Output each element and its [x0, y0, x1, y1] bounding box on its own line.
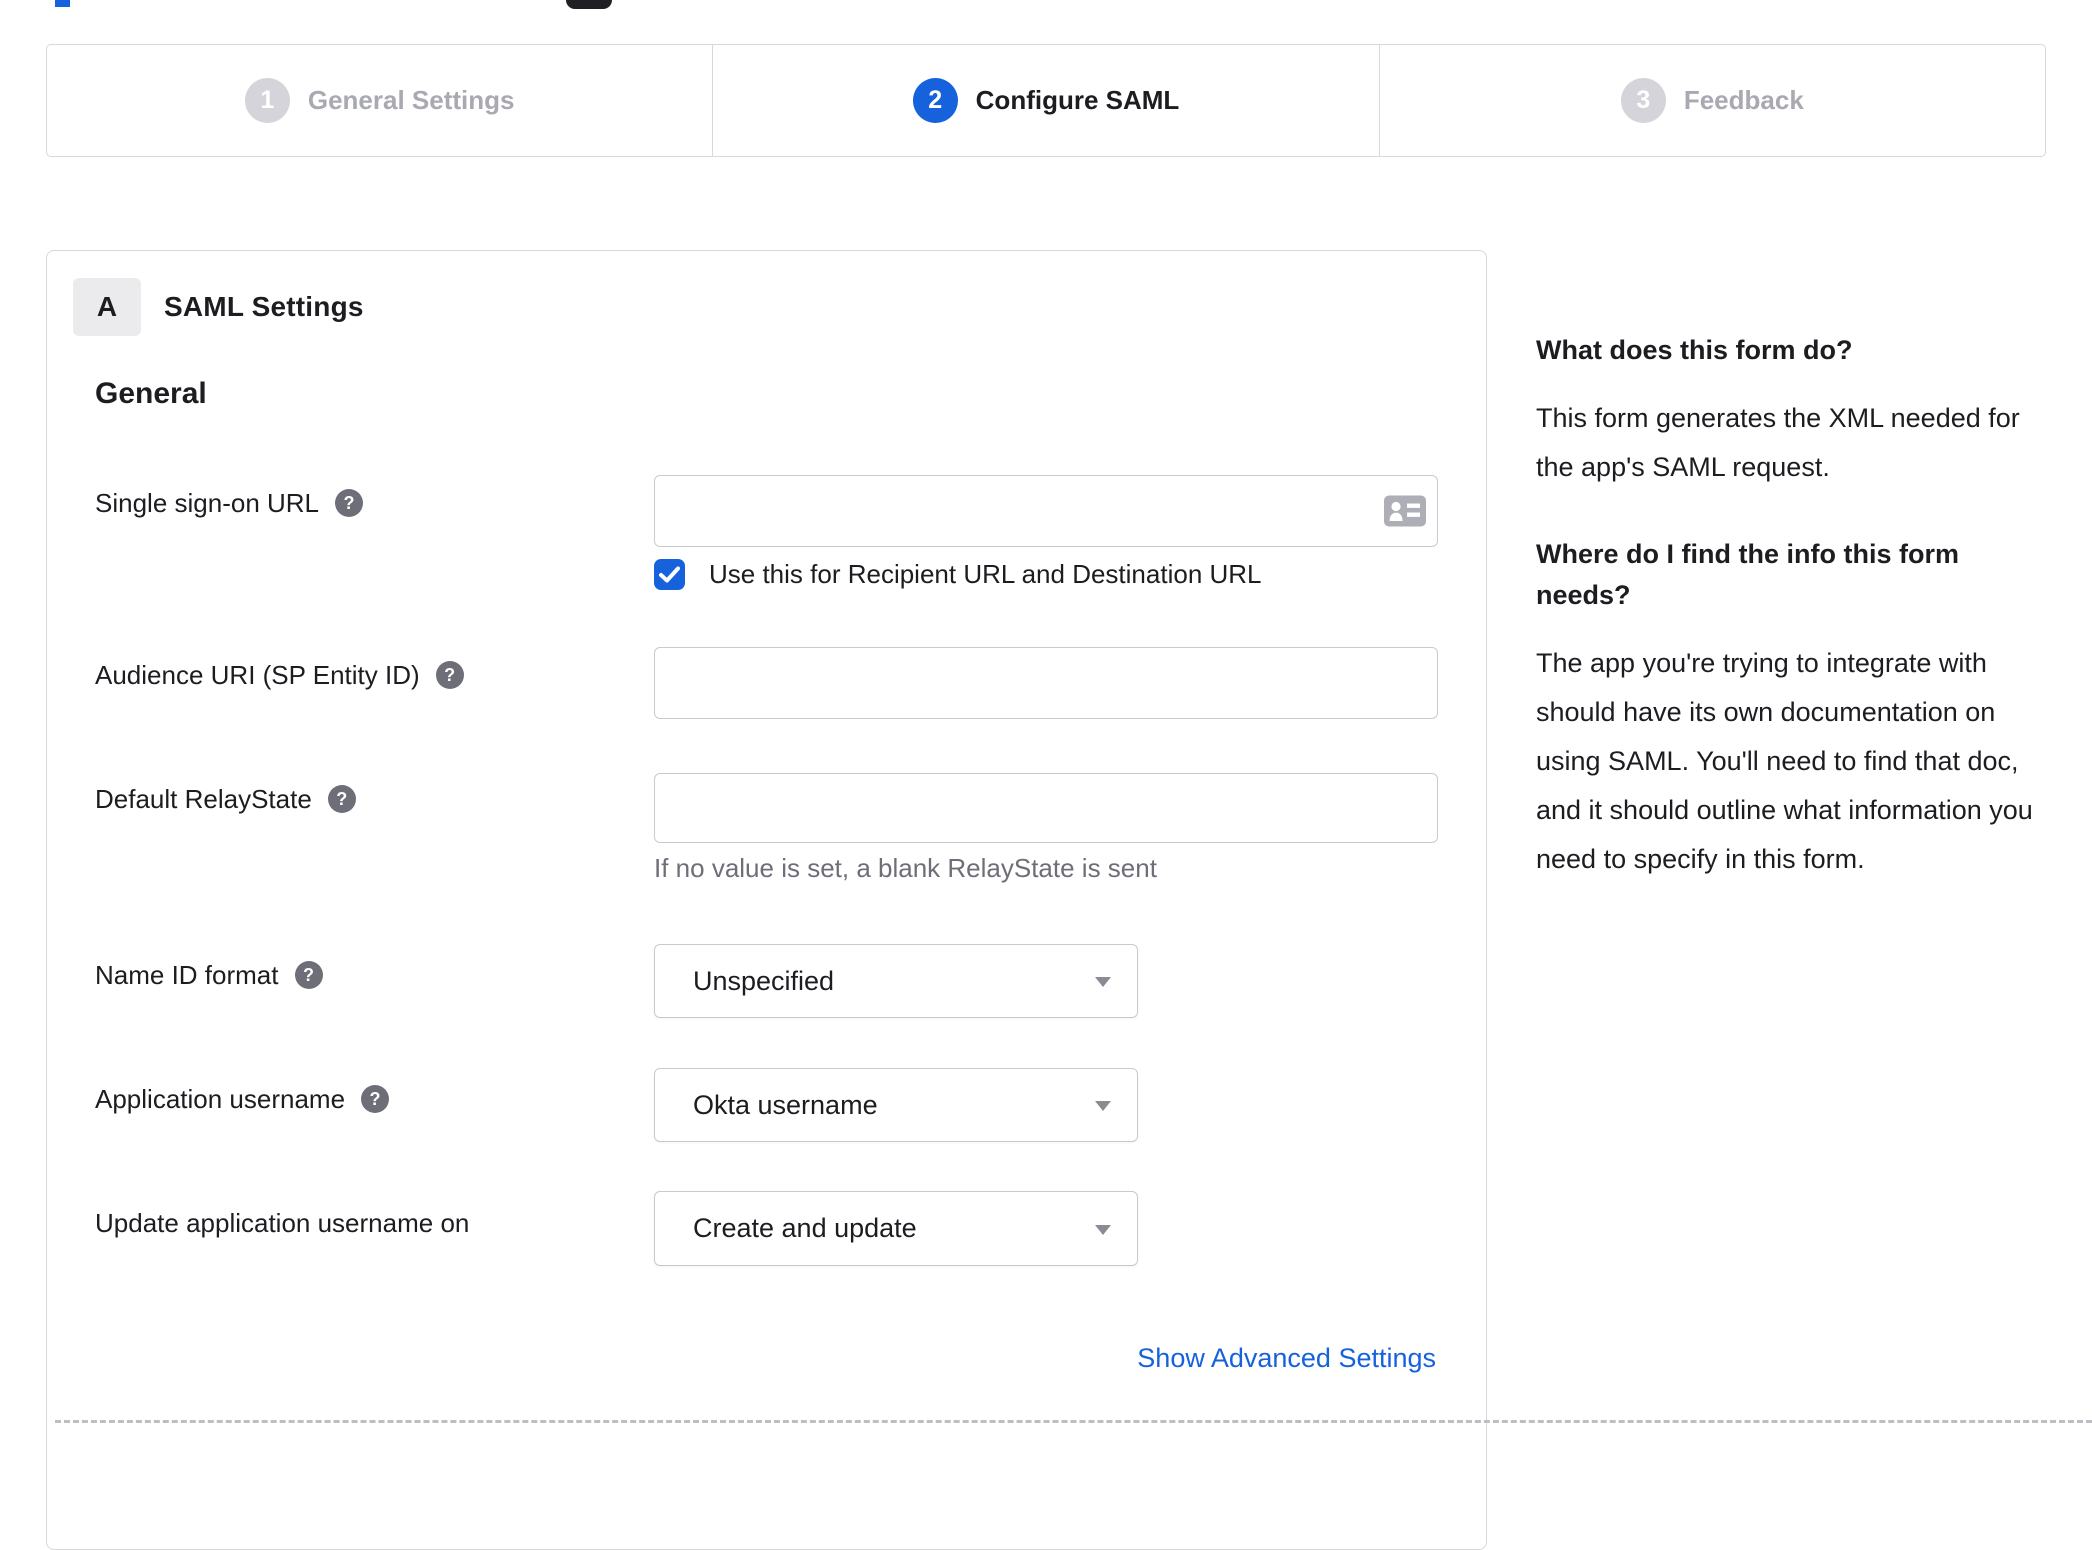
caret-down-icon	[1095, 1101, 1111, 1111]
checkmark-icon	[659, 566, 680, 583]
name-id-format-select[interactable]: Unspecified	[654, 944, 1138, 1018]
application-username-label: Application username	[95, 1083, 346, 1114]
step-configure-saml[interactable]: 2 Configure SAML	[712, 45, 1378, 156]
update-username-select[interactable]: Create and update	[654, 1191, 1138, 1266]
caret-down-icon	[1095, 1224, 1111, 1235]
help-icon[interactable]: ?	[361, 1085, 390, 1113]
application-username-select[interactable]: Okta username	[654, 1068, 1138, 1142]
step-label: Feedback	[1683, 85, 1804, 115]
relaystate-input-wrap	[654, 773, 1438, 843]
top-cropped-dark-fragment	[566, 0, 612, 9]
contact-card-icon[interactable]	[1384, 495, 1426, 527]
step-number-badge: 3	[1620, 78, 1666, 123]
name-id-format-label-row: Name ID format ?	[95, 959, 323, 991]
general-group-heading: General	[95, 377, 207, 410]
step-number-badge: 1	[244, 78, 290, 123]
relaystate-hint: If no value is set, a blank RelayState i…	[654, 853, 1157, 883]
help-icon[interactable]: ?	[294, 961, 323, 989]
relaystate-input[interactable]	[654, 773, 1438, 843]
help-answer-1: This form generates the XML needed for t…	[1536, 403, 2020, 482]
help-icon[interactable]: ?	[335, 489, 364, 517]
sso-url-input-wrap	[654, 475, 1438, 547]
help-icon[interactable]: ?	[435, 661, 464, 689]
audience-uri-label-row: Audience URI (SP Entity ID) ?	[95, 659, 464, 691]
step-number-badge: 2	[912, 78, 958, 123]
step-label: Configure SAML	[975, 85, 1180, 115]
audience-uri-input-wrap	[654, 647, 1438, 719]
sso-url-label: Single sign-on URL	[95, 487, 320, 518]
name-id-format-label: Name ID format	[95, 959, 279, 990]
application-username-label-row: Application username ?	[95, 1083, 390, 1115]
sso-url-label-row: Single sign-on URL ?	[95, 487, 364, 519]
step-feedback[interactable]: 3 Feedback	[1378, 45, 2045, 156]
update-username-label-row: Update application username on	[95, 1207, 469, 1239]
saml-settings-panel: A SAML Settings General Single sign-on U…	[46, 250, 1487, 1550]
update-username-value: Create and update	[693, 1213, 917, 1243]
help-sidebar: What does this form do? This form genera…	[1536, 330, 2036, 884]
recipient-url-checkbox-label: Use this for Recipient URL and Destinati…	[709, 559, 1262, 589]
caret-down-icon	[1095, 977, 1111, 987]
help-question-2: Where do I find the info this form needs…	[1536, 539, 1959, 610]
dashed-section-divider	[55, 1420, 2092, 1423]
help-question-1: What does this form do?	[1536, 335, 1853, 365]
step-label: General Settings	[307, 85, 515, 115]
update-username-label: Update application username on	[95, 1207, 470, 1238]
sso-url-input[interactable]	[654, 475, 1438, 547]
wizard-stepper: 1 General Settings 2 Configure SAML 3 Fe…	[46, 44, 2046, 157]
help-answer-2: The app you're trying to integrate with …	[1536, 648, 2033, 874]
recipient-url-checkbox[interactable]	[654, 559, 685, 590]
audience-uri-input[interactable]	[654, 647, 1438, 719]
section-a-badge: A	[73, 278, 141, 336]
help-icon[interactable]: ?	[327, 785, 356, 813]
relaystate-label-row: Default RelayState ?	[95, 783, 356, 815]
top-left-cropped-fragment	[55, 0, 70, 7]
application-username-value: Okta username	[693, 1089, 878, 1120]
section-title: SAML Settings	[164, 291, 364, 322]
relaystate-label: Default RelayState	[95, 783, 312, 814]
audience-uri-label: Audience URI (SP Entity ID)	[95, 659, 420, 690]
show-advanced-settings-link[interactable]: Show Advanced Settings	[1137, 1343, 1436, 1374]
step-general-settings[interactable]: 1 General Settings	[47, 45, 712, 156]
name-id-format-value: Unspecified	[693, 965, 835, 996]
